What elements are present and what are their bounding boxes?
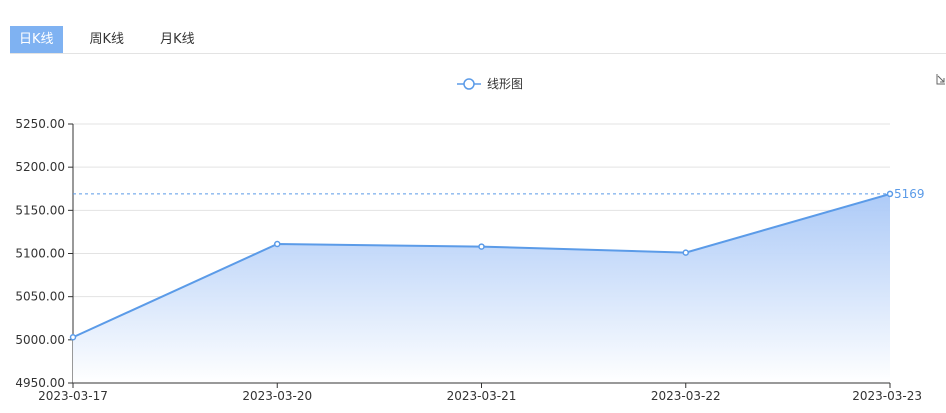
chart-legend[interactable]: 线形图 <box>457 77 523 91</box>
y-tick-label: 5050.00 <box>15 290 65 304</box>
x-tick-label: 2023-03-17 <box>38 389 108 403</box>
legend-label: 线形图 <box>487 77 523 91</box>
tab-weekly-kline[interactable]: 周K线 <box>81 26 134 54</box>
y-tick-label: 4950.00 <box>15 376 65 390</box>
x-tick-label: 2023-03-23 <box>852 389 922 403</box>
legend-circle-icon <box>463 78 475 90</box>
y-tick-label: 5100.00 <box>15 247 65 261</box>
restore-icon[interactable] <box>936 72 946 86</box>
y-tick-label: 5200.00 <box>15 160 65 174</box>
y-tick-label: 5000.00 <box>15 333 65 347</box>
data-point[interactable] <box>69 333 77 341</box>
tab-daily-kline[interactable]: 日K线 <box>10 26 63 54</box>
price-line-chart: 线形图 4950.00 5000.00 5050.00 5100.00 5150.00 5… <box>15 77 925 403</box>
x-tick-label: 2023-03-21 <box>447 389 517 403</box>
tab-monthly-kline[interactable]: 月K线 <box>151 26 204 54</box>
y-tick-label: 5250.00 <box>15 117 65 131</box>
x-tick-label: 2023-03-22 <box>651 389 721 403</box>
data-point[interactable] <box>478 243 485 250</box>
data-point[interactable] <box>682 249 689 256</box>
kline-tabs: 日K线 周K线 月K线 <box>10 26 222 54</box>
series-area <box>73 193 890 383</box>
data-point[interactable] <box>274 240 281 248</box>
x-tick-label: 2023-03-20 <box>242 389 312 403</box>
data-point[interactable] <box>886 190 894 198</box>
mark-line-label: 5169 <box>894 187 925 201</box>
y-tick-label: 5150.00 <box>15 203 65 217</box>
